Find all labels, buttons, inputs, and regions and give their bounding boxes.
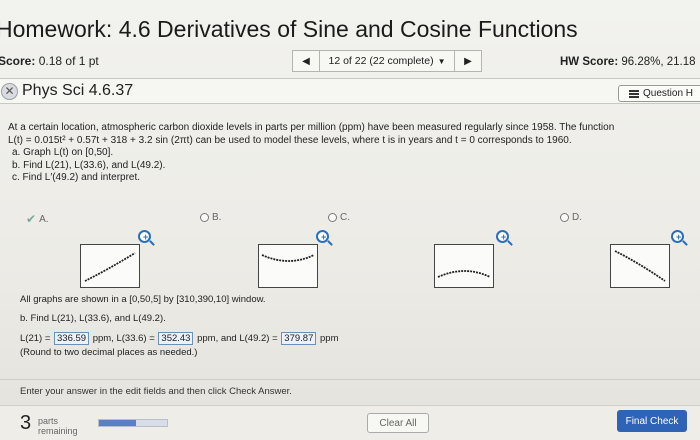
rounding-note: (Round to two decimal places as needed.) xyxy=(20,347,198,358)
zoom-icon[interactable]: + xyxy=(316,230,329,243)
question-help-label: Question H xyxy=(643,88,694,99)
answer-prefix: L(21) = xyxy=(20,333,51,344)
triangle-left-icon: ◀ xyxy=(302,55,310,67)
choice-c-label: C. xyxy=(340,212,350,223)
score-bar: Score: 0.18 of 1 pt ◀ 12 of 22 (22 compl… xyxy=(0,50,700,74)
triangle-down-icon: ▼ xyxy=(437,56,446,66)
answer-line: L(21) = 336.59 ppm, L(33.6) = 352.43 ppm… xyxy=(20,332,660,345)
answer-section: All graphs are shown in a [0,50,5] by [3… xyxy=(20,294,660,366)
parts-progress-fill xyxy=(99,420,137,426)
score-value: 0.18 of 1 pt xyxy=(38,54,99,68)
final-check-button[interactable]: Final Check xyxy=(617,410,687,432)
answer-mid-1: ppm, L(33.6) = xyxy=(92,333,155,344)
choice-d-label: D. xyxy=(572,212,582,223)
parts-progress-bar xyxy=(98,419,168,427)
choice-a[interactable]: ✔ A. + xyxy=(18,208,151,288)
zoom-icon[interactable]: + xyxy=(671,230,684,243)
score-label: Score: xyxy=(0,54,36,68)
answer-field-l33-6[interactable]: 352.43 xyxy=(158,332,194,345)
answer-field-l49-2[interactable]: 379.87 xyxy=(281,332,317,345)
zoom-icon[interactable]: + xyxy=(138,230,151,243)
radio-b[interactable] xyxy=(200,213,209,222)
choice-a-graph xyxy=(80,244,140,288)
graph-choices: ✔ A. + B. + C. + D. + xyxy=(0,208,700,288)
question-title: Phys Sci 4.6.37 xyxy=(22,82,134,99)
prev-question-button[interactable]: ◀ xyxy=(292,50,320,72)
homework-title: Homework: 4.6 Derivatives of Sine and Co… xyxy=(0,16,578,42)
score-display: Score: 0.18 of 1 pt xyxy=(0,54,99,68)
question-navigator: ◀ 12 of 22 (22 complete) ▼ ▶ xyxy=(292,50,482,72)
choice-d[interactable]: D. + xyxy=(556,208,684,288)
choice-c-graph xyxy=(434,244,494,288)
next-question-button[interactable]: ▶ xyxy=(454,50,482,72)
answer-suffix: ppm xyxy=(320,333,339,344)
clear-all-button[interactable]: Clear All xyxy=(367,413,429,433)
choice-b-curve xyxy=(261,254,315,262)
hw-score-label: HW Score: xyxy=(560,56,619,68)
choice-d-curve xyxy=(614,250,666,282)
partial-credit-icon: ✕ xyxy=(1,83,18,100)
choice-d-graph xyxy=(610,244,670,288)
triangle-right-icon: ▶ xyxy=(464,55,472,67)
question-help-button[interactable]: Question H xyxy=(618,85,700,102)
parts-label-2: remaining xyxy=(38,426,78,436)
problem-part-a: a. Graph L(t) on [0,50]. xyxy=(12,147,114,158)
choice-b-label-wrap: B. xyxy=(200,212,221,223)
problem-part-b: b. Find L(21), L(33.6), and L(49.2). xyxy=(12,159,166,171)
footer-bar: 3 parts remaining Clear All Final Check xyxy=(0,405,700,440)
question-position: 12 of 22 (22 complete) xyxy=(328,55,434,67)
question-header: ✕ Phys Sci 4.6.37 Question H xyxy=(0,78,700,104)
problem-statement: At a certain location, atmospheric carbo… xyxy=(8,122,648,185)
problem-intro-line-1: At a certain location, atmospheric carbo… xyxy=(8,122,615,133)
question-selector-dropdown[interactable]: 12 of 22 (22 complete) ▼ xyxy=(320,50,454,72)
choice-b[interactable]: B. + xyxy=(198,208,329,288)
parts-count: 3 xyxy=(20,412,32,434)
checkmark-icon: ✔ xyxy=(26,212,37,226)
parts-label-1: parts xyxy=(38,416,59,426)
parts-label: parts remaining xyxy=(38,416,78,436)
hw-score-display: HW Score: 96.28%, 21.18 xyxy=(560,56,696,68)
answer-mid-2: ppm, and L(49.2) = xyxy=(197,333,278,344)
choice-c[interactable]: C. + xyxy=(328,208,509,288)
choice-a-label: A. xyxy=(39,213,49,225)
choice-c-label-wrap: C. xyxy=(328,212,350,223)
choice-b-graph xyxy=(258,244,318,288)
radio-c[interactable] xyxy=(328,213,337,222)
choice-c-curve xyxy=(437,270,491,278)
radio-d[interactable] xyxy=(560,213,569,222)
choice-a-curve xyxy=(84,252,136,282)
problem-intro-line-2: L(t) = 0.015t² + 0.57t + 318 + 3.2 sin (… xyxy=(8,134,572,146)
choice-a-label-wrap: ✔ A. xyxy=(26,212,49,226)
answer-field-l21[interactable]: 336.59 xyxy=(54,332,90,345)
hw-score-value: 96.28%, 21.18 xyxy=(621,56,696,68)
window-note: All graphs are shown in a [0,50,5] by [3… xyxy=(20,294,266,305)
problem-part-c: c. Find L′(49.2) and interpret. xyxy=(12,172,141,183)
part-b-prompt: b. Find L(21), L(33.6), and L(49.2). xyxy=(20,313,166,324)
list-icon xyxy=(629,89,639,98)
choice-b-label: B. xyxy=(212,212,222,223)
choice-d-label-wrap: D. xyxy=(560,212,582,223)
homework-page: Homework: 4.6 Derivatives of Sine and Co… xyxy=(0,0,700,440)
zoom-icon[interactable]: + xyxy=(496,230,509,243)
divider xyxy=(0,379,700,380)
instructions-text: Enter your answer in the edit fields and… xyxy=(20,386,292,397)
